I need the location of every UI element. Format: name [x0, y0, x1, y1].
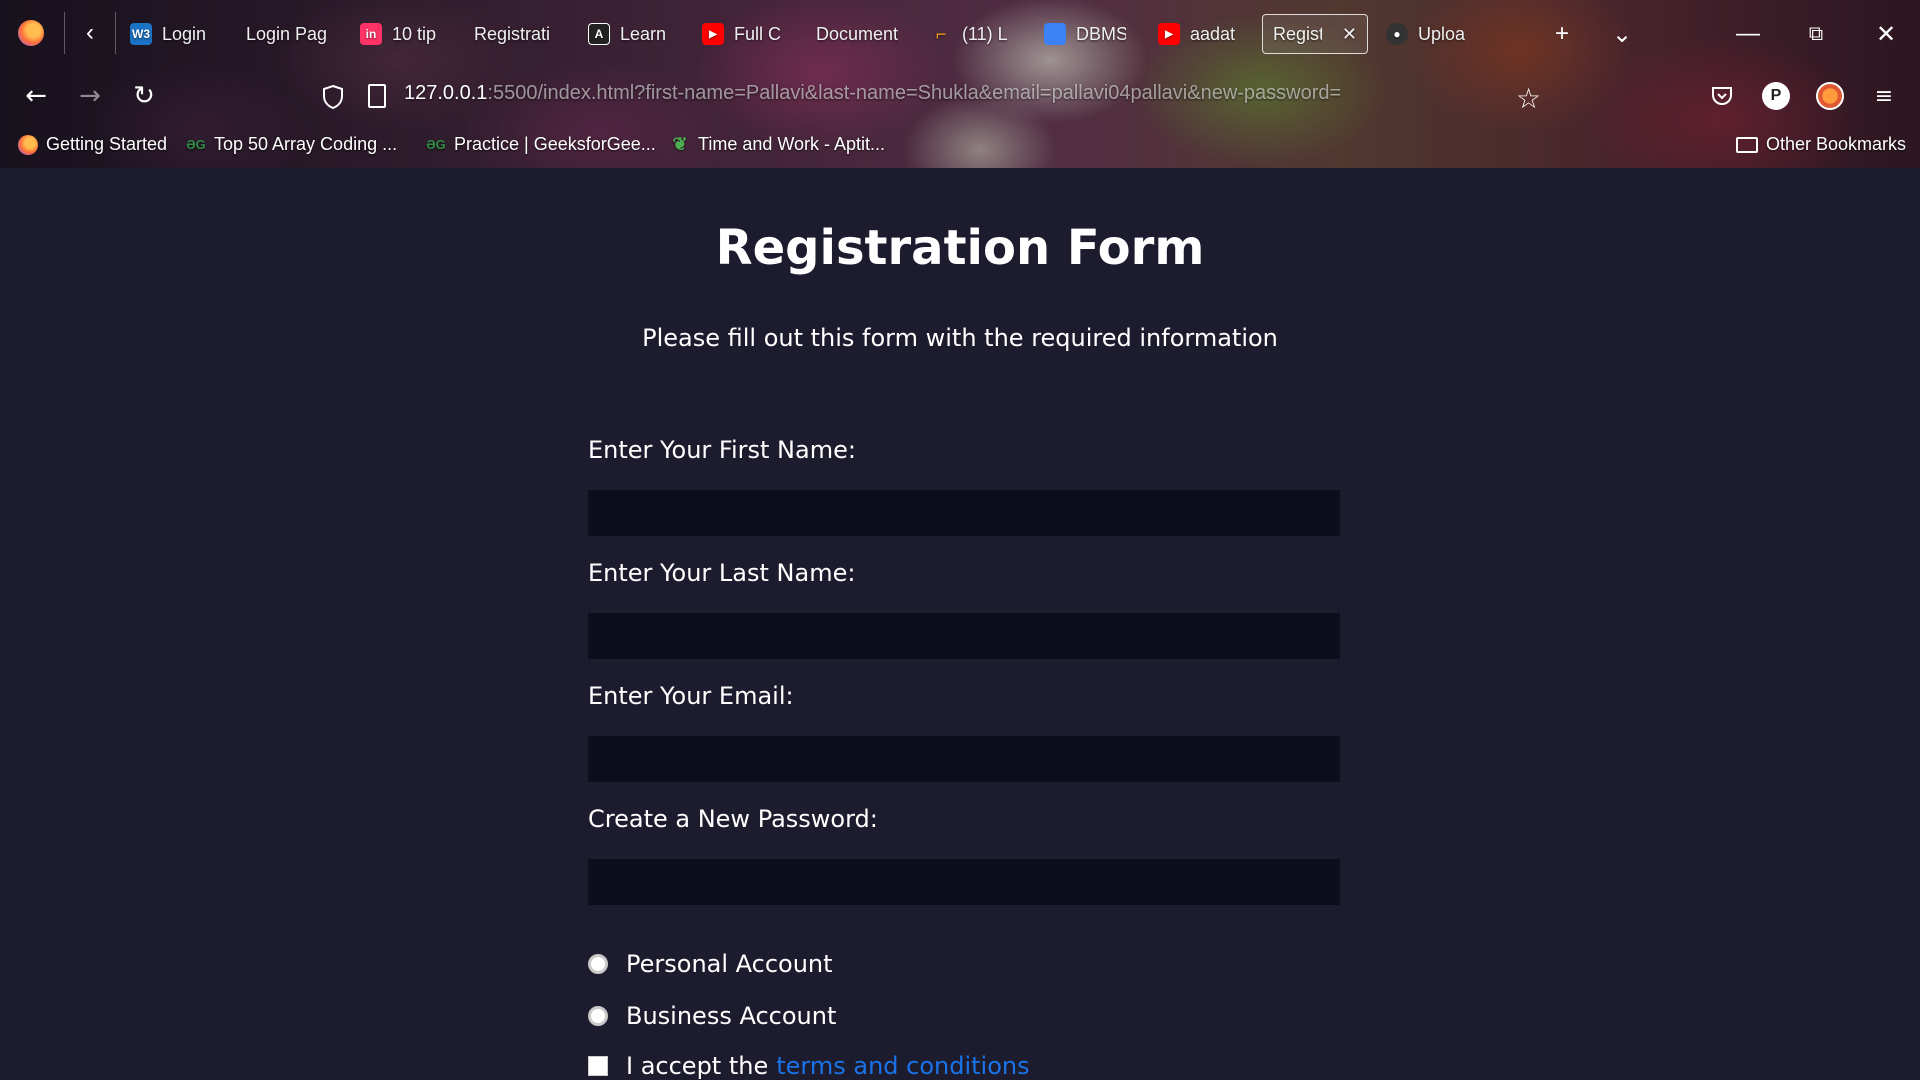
- tab-label: DBMS: [1076, 23, 1126, 44]
- tab-label: Document: [816, 23, 899, 44]
- bookmark-label: Getting Started: [46, 134, 168, 154]
- profile-avatar[interactable]: P: [1762, 82, 1790, 110]
- tab-full-course[interactable]: ▶ Full C: [702, 14, 782, 54]
- tab-login[interactable]: W3 Login: [130, 14, 225, 54]
- bookmark-label: Time and Work - Aptit...: [698, 134, 886, 154]
- restore-button[interactable]: ⧉: [1796, 14, 1836, 54]
- tab-list-chevron-icon[interactable]: ⌄: [1602, 14, 1642, 54]
- tab-register-active[interactable]: Regist ✕: [1262, 14, 1368, 54]
- first-name-input[interactable]: [588, 490, 1340, 536]
- terms-link[interactable]: terms and conditions: [776, 1052, 1029, 1080]
- page-title: Registration Form: [715, 220, 1205, 276]
- business-account-radio[interactable]: [588, 1006, 608, 1026]
- tab-registration[interactable]: Registrati: [474, 14, 558, 54]
- other-bookmarks[interactable]: Other Bookmarks: [1736, 134, 1906, 155]
- tab-label: aadat: [1190, 23, 1236, 44]
- bookmark-label: Practice | GeeksforGee...: [454, 134, 656, 154]
- folder-icon: [1736, 136, 1758, 153]
- bookmark-practice-gfg[interactable]: ƏG Practice | GeeksforGee...: [426, 134, 656, 155]
- firefox-logo-icon[interactable]: [18, 20, 44, 46]
- pocket-icon[interactable]: [1706, 80, 1738, 112]
- page-subtitle: Please fill out this form with the requi…: [642, 324, 1278, 352]
- bookmark-getting-started[interactable]: Getting Started: [18, 134, 167, 155]
- youtube-icon: ▶: [1158, 23, 1180, 45]
- tab-document[interactable]: Document: [816, 14, 906, 54]
- leaf-icon: ❦: [672, 134, 688, 154]
- firefox-icon: [18, 134, 38, 155]
- registration-form: Enter Your First Name: Enter Your Last N…: [588, 436, 1340, 928]
- bookmark-top-50-array[interactable]: ƏG Top 50 Array Coding ...: [186, 134, 397, 155]
- personal-account-option[interactable]: Personal Account: [588, 950, 833, 978]
- personal-account-radio[interactable]: [588, 954, 608, 974]
- bookmark-star-icon[interactable]: ☆: [1516, 82, 1541, 115]
- tab-aadat[interactable]: ▶ aadat: [1158, 14, 1238, 54]
- last-name-label: Enter Your Last Name:: [588, 559, 856, 587]
- tab-learn[interactable]: A Learn: [588, 14, 668, 54]
- tab-label: 10 tip: [392, 23, 437, 44]
- terms-option[interactable]: I accept the terms and conditions: [588, 1052, 1030, 1080]
- tab-label: Regist: [1273, 23, 1322, 44]
- bookmark-time-and-work[interactable]: ❦ Time and Work - Aptit...: [670, 134, 885, 155]
- email-input[interactable]: [588, 736, 1340, 782]
- angular-icon: A: [588, 23, 610, 45]
- reload-button[interactable]: ↻: [124, 76, 164, 116]
- minimize-button[interactable]: —: [1728, 14, 1768, 54]
- tab-dbms[interactable]: DBMS: [1044, 14, 1126, 54]
- shield-icon[interactable]: [322, 84, 344, 110]
- tab-upload[interactable]: ● Uploa: [1386, 14, 1466, 54]
- geeksforgeeks-icon: ƏG: [186, 137, 206, 152]
- github-icon: ●: [1386, 23, 1408, 45]
- tab-label: Uploa: [1418, 23, 1466, 44]
- close-tab-icon[interactable]: ✕: [1342, 24, 1357, 45]
- password-input[interactable]: [588, 859, 1340, 905]
- business-account-label: Business Account: [626, 1002, 837, 1030]
- other-bookmarks-label: Other Bookmarks: [1766, 134, 1907, 154]
- tab-leetcode[interactable]: ⌐ (11) L: [930, 14, 1010, 54]
- tab-label: Login: [162, 23, 207, 44]
- tab-label: Registrati: [474, 23, 551, 44]
- personal-account-label: Personal Account: [626, 950, 833, 978]
- page-content: Registration Form Please fill out this f…: [0, 168, 1920, 1080]
- terms-prefix: I accept the: [626, 1052, 769, 1080]
- tab-label: Login Pag: [246, 23, 328, 44]
- url-host: 127.0.0.1: [404, 82, 488, 104]
- contacts-icon: [1044, 23, 1066, 45]
- youtube-icon: ▶: [702, 23, 724, 45]
- new-tab-button[interactable]: +: [1542, 14, 1582, 54]
- back-button[interactable]: ←: [16, 76, 56, 116]
- tab-label: Learn: [620, 23, 667, 44]
- invision-icon: in: [360, 23, 382, 45]
- navigation-bar: ← → ↻ 127.0.0.1:5500/index.html?first-na…: [0, 72, 1920, 122]
- password-label: Create a New Password:: [588, 805, 878, 833]
- tab-label: (11) L: [962, 23, 1008, 44]
- duckduckgo-extension-icon[interactable]: [1816, 82, 1844, 110]
- terms-checkbox[interactable]: [588, 1056, 608, 1076]
- bookmark-label: Top 50 Array Coding ...: [214, 134, 398, 154]
- menu-icon[interactable]: ≡: [1868, 80, 1900, 112]
- tab-label: Full C: [734, 23, 782, 44]
- tab-login-page[interactable]: Login Pag: [246, 14, 330, 54]
- close-window-button[interactable]: ✕: [1866, 14, 1906, 54]
- forward-button[interactable]: →: [70, 76, 110, 116]
- email-label: Enter Your Email:: [588, 682, 794, 710]
- w3schools-icon: W3: [130, 23, 152, 45]
- last-name-input[interactable]: [588, 613, 1340, 659]
- geeksforgeeks-icon: ƏG: [426, 137, 446, 152]
- url-path: :5500/index.html?first-name=Pallavi&last…: [487, 82, 1342, 104]
- tab-10-tips[interactable]: in 10 tip: [360, 14, 442, 54]
- tab-scroll-left-icon[interactable]: ‹: [64, 12, 116, 54]
- tab-strip: ‹ W3 Login Login Pag in 10 tip Registrat…: [0, 0, 1920, 66]
- page-info-icon[interactable]: [368, 84, 386, 108]
- first-name-label: Enter Your First Name:: [588, 436, 856, 464]
- leetcode-icon: ⌐: [935, 23, 947, 44]
- url-bar[interactable]: 127.0.0.1:5500/index.html?first-name=Pal…: [404, 82, 1494, 105]
- bookmarks-bar: Getting Started ƏG Top 50 Array Coding .…: [0, 130, 1920, 164]
- business-account-option[interactable]: Business Account: [588, 1002, 836, 1030]
